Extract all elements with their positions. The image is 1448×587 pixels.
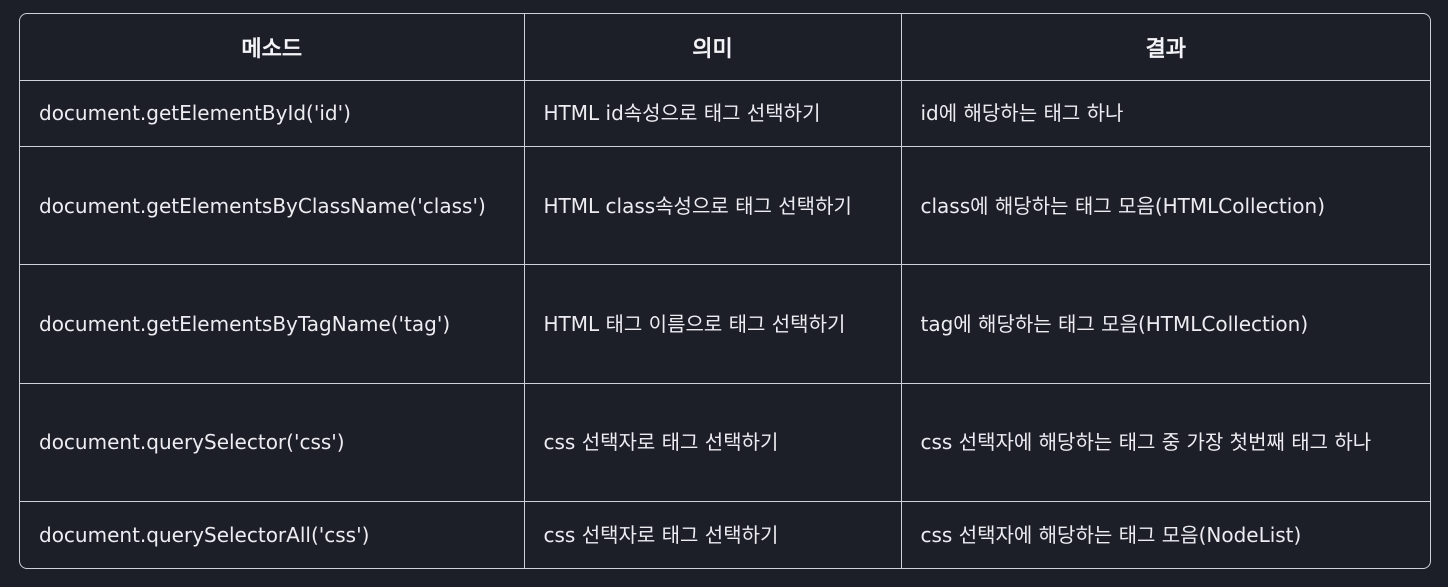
cell-meaning: HTML id속성으로 태그 선택하기 bbox=[523, 79, 902, 147]
cell-method: document.getElementsByTagName('tag') bbox=[20, 264, 525, 384]
table-row: document.querySelector('css') css 선택자로 태… bbox=[20, 382, 1430, 503]
cell-result: class에 해당하는 태그 모음(HTMLCollection) bbox=[900, 145, 1430, 266]
cell-method: document.getElementById('id') bbox=[20, 79, 525, 147]
table-row: document.getElementsByClassName('class')… bbox=[20, 145, 1430, 266]
cell-meaning: css 선택자로 태그 선택하기 bbox=[523, 501, 902, 568]
cell-result: id에 해당하는 태그 하나 bbox=[900, 79, 1430, 147]
header-result: 결과 bbox=[900, 14, 1430, 81]
cell-method: document.querySelector('css') bbox=[20, 382, 525, 503]
cell-result: css 선택자에 해당하는 태그 중 가장 첫번째 태그 하나 bbox=[900, 382, 1430, 503]
table-row: document.getElementById('id') HTML id속성으… bbox=[20, 79, 1430, 147]
cell-meaning: HTML 태그 이름으로 태그 선택하기 bbox=[523, 264, 902, 384]
header-method: 메소드 bbox=[20, 14, 525, 81]
cell-method: document.querySelectorAll('css') bbox=[20, 501, 525, 568]
cell-method: document.getElementsByClassName('class') bbox=[20, 145, 525, 266]
cell-meaning: css 선택자로 태그 선택하기 bbox=[523, 382, 902, 503]
dom-methods-table: 메소드 의미 결과 document.getElementById('id') … bbox=[19, 13, 1431, 569]
methods-table: 메소드 의미 결과 document.getElementById('id') … bbox=[20, 14, 1430, 568]
header-meaning: 의미 bbox=[523, 14, 902, 81]
cell-result: tag에 해당하는 태그 모음(HTMLCollection) bbox=[900, 264, 1430, 384]
cell-meaning: HTML class속성으로 태그 선택하기 bbox=[523, 145, 902, 266]
cell-result: css 선택자에 해당하는 태그 모음(NodeList) bbox=[900, 501, 1430, 568]
table-row: document.getElementsByTagName('tag') HTM… bbox=[20, 264, 1430, 384]
table-row: document.querySelectorAll('css') css 선택자… bbox=[20, 501, 1430, 568]
table-header-row: 메소드 의미 결과 bbox=[20, 14, 1430, 81]
